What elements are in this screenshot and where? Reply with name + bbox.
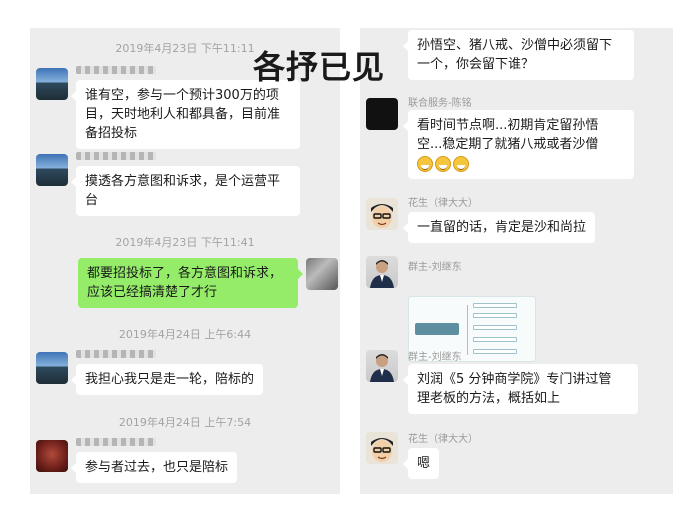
overlay-title: 各抒已见	[253, 48, 386, 86]
grin-emoji-icon	[435, 155, 451, 172]
cartoon-face-avatar-icon[interactable]	[366, 198, 398, 230]
message-line: 目，天时地利人和都具备，目前准	[85, 107, 281, 122]
timestamp: 2019年4月23日 下午11:41	[115, 236, 255, 249]
message-bubble[interactable]: 刘润《5 分钟商学院》专门讲过管 理老板的方法，概括如上	[403, 364, 638, 414]
man-portrait-avatar-icon[interactable]	[366, 256, 398, 288]
mindmap-leaf	[473, 313, 517, 318]
message-line: 应该已经搞清楚了才行	[87, 285, 218, 300]
message-bubble[interactable]: 一直留的话，肯定是沙和尚拉	[402, 212, 596, 243]
blurred-sender-name	[76, 66, 156, 74]
message-line: 一个，你会留下谁？	[417, 57, 535, 72]
dark-avatar-icon[interactable]	[366, 98, 398, 130]
blurred-sender-name	[76, 438, 156, 446]
grin-emoji-icon	[417, 155, 433, 172]
emoji-row	[417, 154, 625, 173]
red-avatar-icon[interactable]	[36, 440, 68, 472]
message-line: 刘润《5 分钟商学院》专门讲过管	[417, 372, 612, 387]
timestamp: 2019年4月24日 上午6:44	[118, 328, 252, 341]
message-line: 摸透各方意图和诉求，是个运营平	[85, 174, 281, 189]
blurred-sender-name	[76, 350, 156, 358]
message-bubble[interactable]: 谁有空，参与一个预计300万的项 目，天时地利人和都具备，目前准 备招投标	[71, 80, 300, 149]
mindmap-root-node	[415, 323, 459, 335]
message-line: 看时间节点啊...初期肯定留孙悟	[417, 118, 599, 133]
sender-name: 联合服务-陈铭	[408, 98, 472, 109]
blurred-sender-name	[76, 152, 156, 160]
message-bubble[interactable]: 参与者过去，也只是陪标	[70, 452, 238, 483]
mindmap-leaf	[473, 337, 517, 342]
message-bubble[interactable]: 嗯	[402, 448, 440, 479]
message-line: 参与者过去，也只是陪标	[85, 460, 229, 475]
landscape-avatar-icon[interactable]	[36, 154, 68, 186]
sender-name: 花生（律大大）	[408, 198, 478, 209]
right-chat-panel: 孙悟空、猪八戒、沙僧中必须留下 一个，你会留下谁？ 联合服务-陈铭 看时间节点啊…	[360, 28, 673, 494]
message-line: 孙悟空、猪八戒、沙僧中必须留下	[417, 38, 613, 53]
message-line: 谁有空，参与一个预计300万的项	[85, 88, 279, 103]
grin-emoji-icon	[453, 155, 469, 172]
message-bubble[interactable]: 孙悟空、猪八戒、沙僧中必须留下 一个，你会留下谁？	[403, 30, 634, 80]
message-bubble[interactable]: 我担心我只是走一轮，陪标的	[70, 364, 264, 395]
cartoon-face-avatar-icon[interactable]	[366, 432, 398, 464]
message-line: 备招投标	[85, 126, 138, 141]
landscape-avatar-icon[interactable]	[36, 68, 68, 100]
landscape-avatar-icon[interactable]	[36, 352, 68, 384]
message-line: 理老板的方法，概括如上	[417, 391, 561, 406]
my-message-bubble[interactable]: 都要招投标了，各方意图和诉求， 应该已经搞清楚了才行	[78, 258, 303, 308]
message-line: 嗯	[417, 456, 431, 471]
sender-name: 群主-刘继东	[408, 262, 462, 273]
my-avatar-icon[interactable]	[306, 258, 338, 290]
mindmap-leaf	[473, 349, 517, 354]
mindmap-leaf	[473, 325, 517, 330]
left-chat-panel: 2019年4月23日 下午11:11 谁有空，参与一个预计300万的项 目，天时…	[30, 28, 340, 494]
sender-name: 花生（律大大）	[408, 434, 478, 445]
message-line: 都要招投标了，各方意图和诉求，	[87, 266, 283, 281]
timestamp: 2019年4月24日 上午7:54	[118, 416, 252, 429]
message-line: 一直留的话，肯定是沙和尚拉	[417, 220, 587, 235]
message-bubble[interactable]: 摸透各方意图和诉求，是个运营平 台	[71, 166, 300, 216]
mindmap-leaf	[473, 303, 517, 308]
sender-name: 群主-刘继东	[408, 352, 462, 363]
mindmap-connector	[467, 305, 468, 355]
message-line: 空...稳定期了就猪八戒或者沙僧	[417, 137, 599, 152]
message-bubble[interactable]: 看时间节点啊...初期肯定留孙悟 空...稳定期了就猪八戒或者沙僧	[403, 110, 634, 179]
message-line: 我担心我只是走一轮，陪标的	[85, 372, 255, 387]
man-portrait-avatar-icon[interactable]	[366, 350, 398, 382]
message-line: 台	[85, 193, 99, 208]
